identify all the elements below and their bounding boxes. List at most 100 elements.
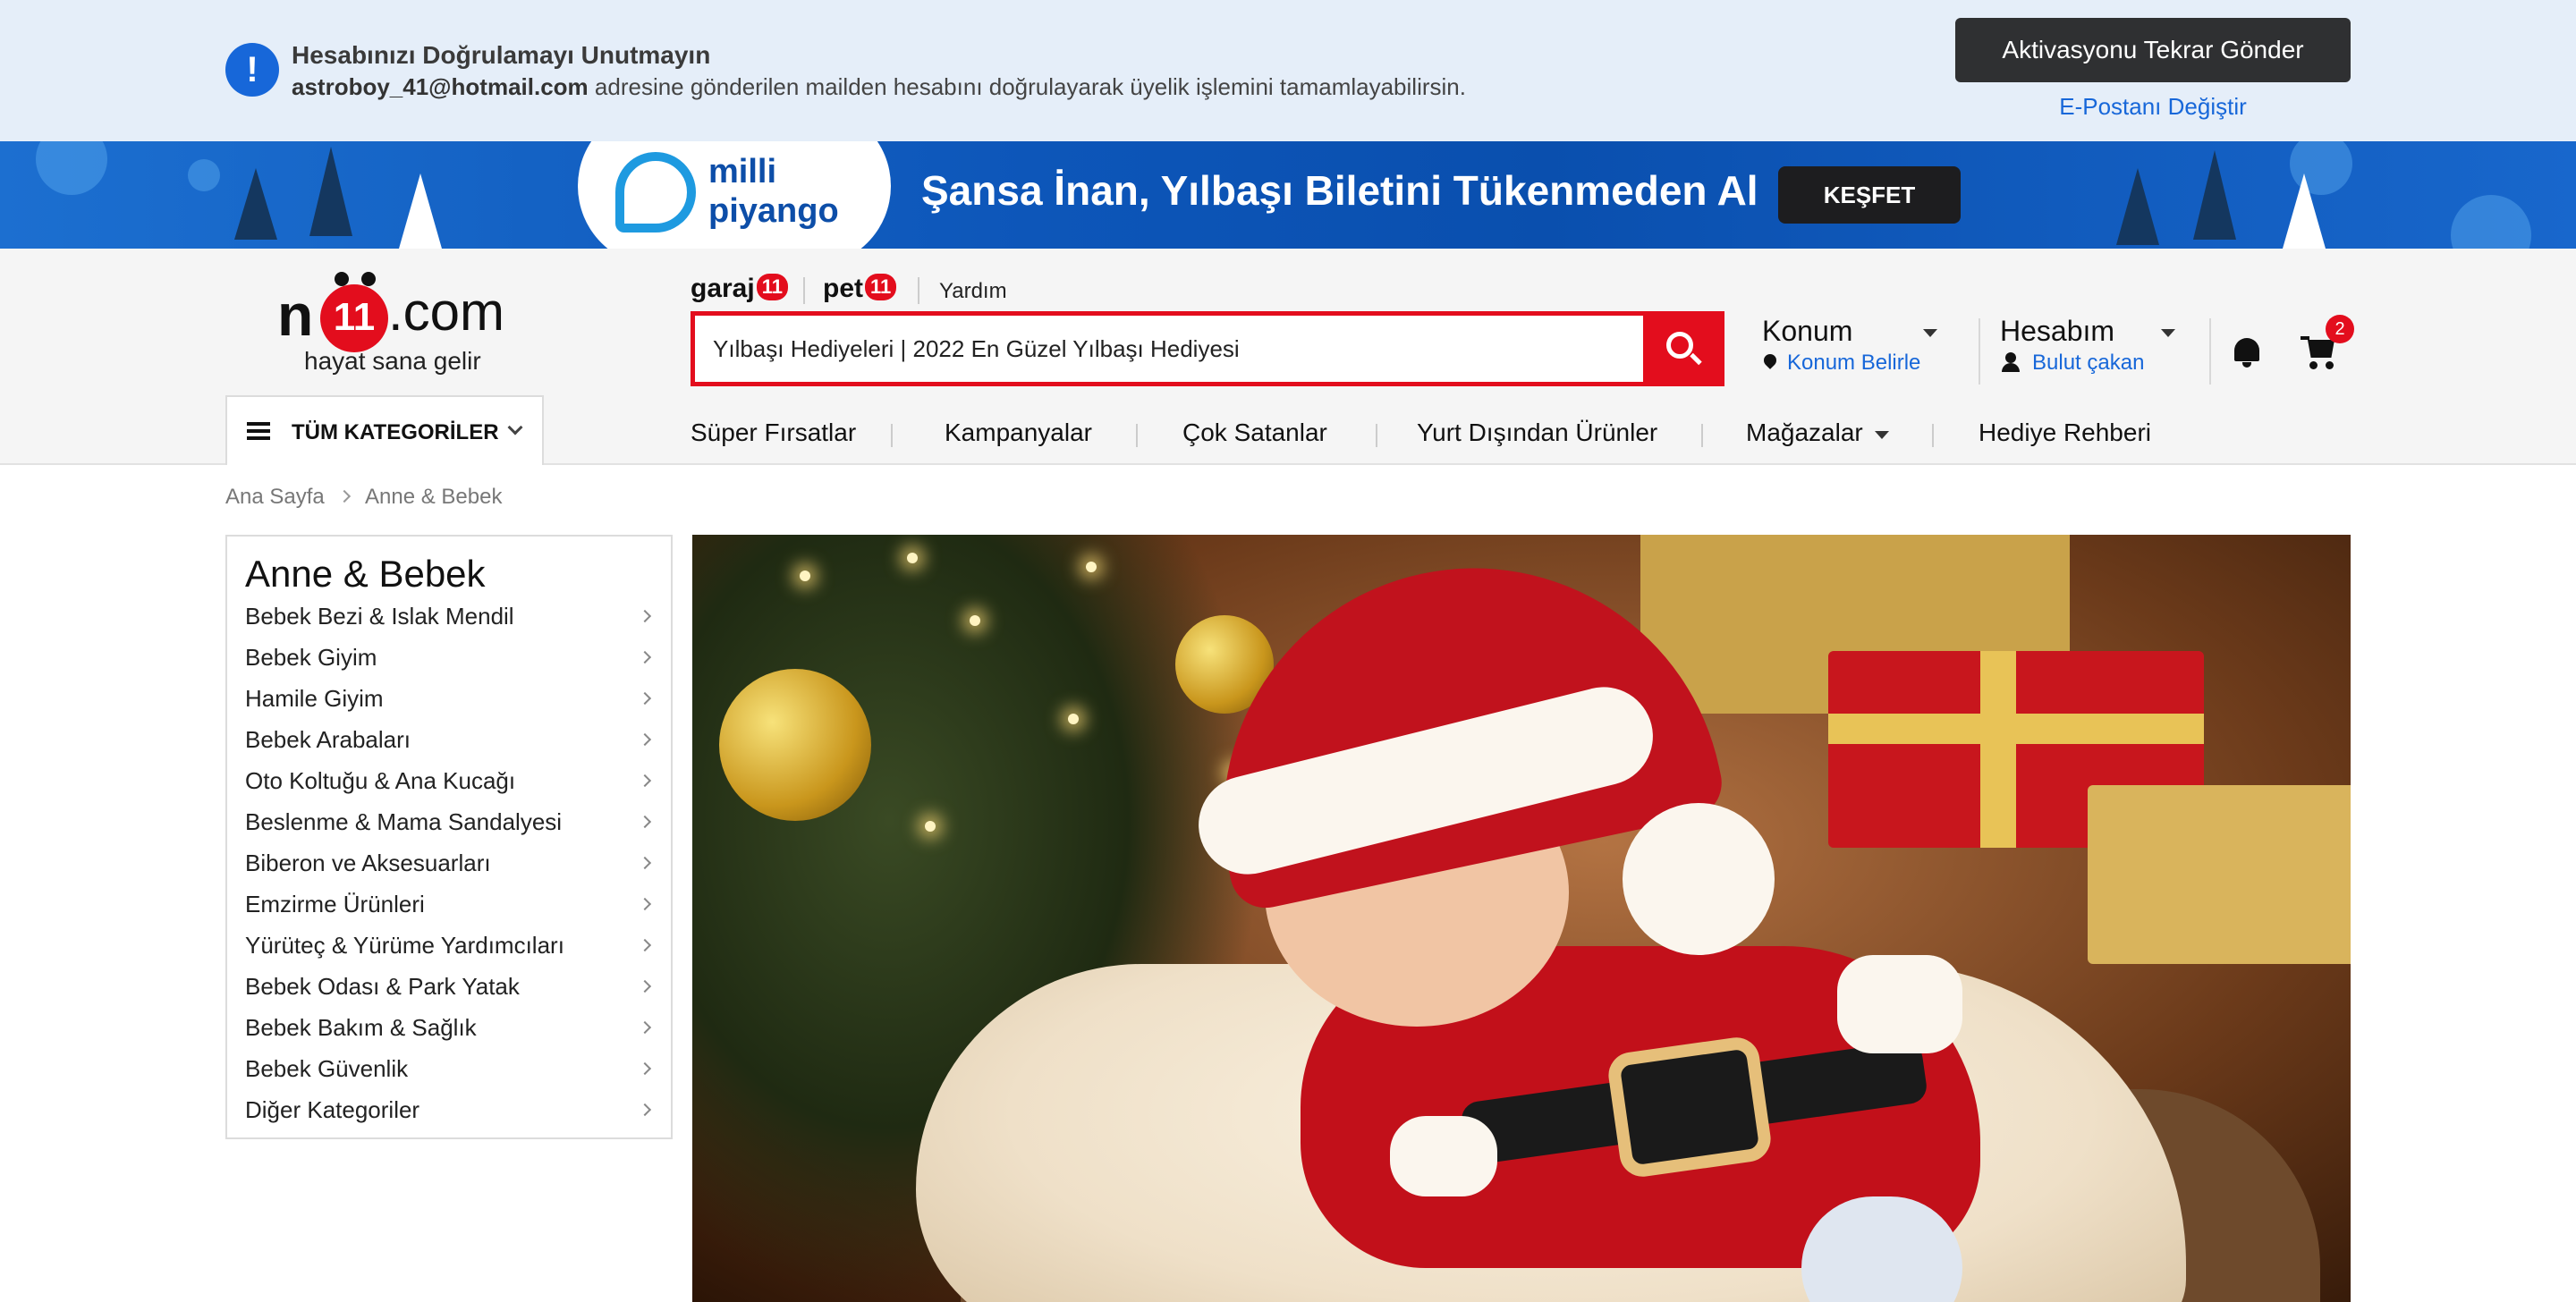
sidebar-item-maternity[interactable]: Hamile Giyim bbox=[227, 678, 671, 719]
cart-basket bbox=[2308, 340, 2334, 358]
chevron-right-icon bbox=[638, 897, 652, 911]
sidebar-item-label: Beslenme & Mama Sandalyesi bbox=[245, 808, 563, 835]
divider bbox=[1701, 424, 1703, 447]
sidebar-item-nursery[interactable]: Bebek Odası & Park Yatak bbox=[227, 966, 671, 1007]
chevron-right-icon bbox=[638, 1020, 652, 1035]
tree-icon bbox=[2193, 150, 2236, 240]
sidebar-item-bottles[interactable]: Biberon ve Aksesuarları bbox=[227, 842, 671, 884]
tree-icon bbox=[2116, 168, 2159, 245]
exclamation-icon: ! bbox=[225, 43, 279, 97]
help-link[interactable]: Yardım bbox=[939, 279, 1007, 304]
sleeve-cuff-illustration bbox=[1837, 955, 1962, 1053]
pet-text: pet bbox=[823, 274, 863, 303]
tree-icon bbox=[399, 173, 442, 249]
gift-ribbon bbox=[1828, 714, 2204, 744]
hero-banner-image[interactable] bbox=[692, 535, 2351, 1302]
hat-pompom-illustration bbox=[1623, 803, 1775, 955]
category-sidebar: Anne & Bebek Bebek Bezi & Islak Mendil B… bbox=[225, 535, 673, 1139]
notification-bell-icon[interactable] bbox=[2231, 334, 2263, 370]
change-email-link[interactable]: E-Postanı Değiştir bbox=[1955, 93, 2351, 121]
sidebar-item-feeding[interactable]: Beslenme & Mama Sandalyesi bbox=[227, 801, 671, 842]
fairy-light bbox=[800, 571, 810, 581]
chevron-right-icon bbox=[638, 979, 652, 993]
sidebar-item-walkers[interactable]: Yürüteç & Yürüme Yardımcıları bbox=[227, 925, 671, 966]
sidebar-item-other[interactable]: Diğer Kategoriler bbox=[227, 1089, 671, 1130]
belt-buckle-illustration bbox=[1606, 1034, 1774, 1180]
sidebar-item-baby-clothing[interactable]: Bebek Giyim bbox=[227, 637, 671, 678]
nav-international-products[interactable]: Yurt Dışından Ürünler bbox=[1417, 418, 1657, 447]
verify-description: astroboy_41@hotmail.com adresine gönderi… bbox=[292, 73, 1466, 101]
verify-email-address: astroboy_41@hotmail.com bbox=[292, 73, 589, 100]
account-menu[interactable]: Hesabım Bulut çakan bbox=[2000, 315, 2197, 386]
chevron-right-icon bbox=[638, 1061, 652, 1076]
search-input[interactable] bbox=[695, 316, 1648, 382]
gift-box-illustration bbox=[2088, 785, 2351, 964]
nav-campaigns[interactable]: Kampanyalar bbox=[945, 418, 1092, 447]
sidebar-item-label: Diğer Kategoriler bbox=[245, 1096, 420, 1123]
sidebar-item-car-seats[interactable]: Oto Koltuğu & Ana Kucağı bbox=[227, 760, 671, 801]
sidebar-item-baby-care[interactable]: Bebek Bakım & Sağlık bbox=[227, 1007, 671, 1048]
logo-dot bbox=[335, 272, 349, 286]
nav-super-deals[interactable]: Süper Fırsatlar bbox=[691, 418, 856, 447]
bell-body bbox=[2234, 338, 2259, 361]
divider bbox=[2209, 318, 2211, 385]
sidebar-item-diapers[interactable]: Bebek Bezi & Islak Mendil bbox=[227, 596, 671, 637]
logo-tagline: hayat sana gelir bbox=[304, 347, 481, 375]
sidebar-item-label: Bebek Giyim bbox=[245, 644, 377, 671]
chevron-down-icon bbox=[507, 419, 523, 435]
breadcrumb-current: Anne & Bebek bbox=[365, 485, 503, 509]
n11-logo[interactable]: n 11 .com bbox=[277, 265, 510, 354]
resend-activation-button[interactable]: Aktivasyonu Tekrar Gönder bbox=[1955, 18, 2351, 82]
bell-clapper bbox=[2242, 362, 2251, 368]
sidebar-item-strollers[interactable]: Bebek Arabaları bbox=[227, 719, 671, 760]
pet11-link[interactable]: pet 11 bbox=[823, 274, 897, 304]
search-box bbox=[691, 311, 1724, 386]
all-categories-button[interactable]: TÜM KATEGORİLER bbox=[225, 395, 544, 465]
logo-domain: .com bbox=[388, 282, 505, 342]
location-selector[interactable]: Konum Konum Belirle bbox=[1761, 315, 1941, 386]
location-title: Konum bbox=[1762, 315, 1853, 347]
nav-gift-guide[interactable]: Hediye Rehberi bbox=[1979, 418, 2151, 447]
breadcrumb-home[interactable]: Ana Sayfa bbox=[225, 485, 325, 510]
chevron-right-icon bbox=[638, 815, 652, 829]
verify-title: Hesabınızı Doğrulamayı Unutmayın bbox=[292, 41, 711, 69]
sidebar-item-baby-safety[interactable]: Bebek Güvenlik bbox=[227, 1048, 671, 1089]
site-header: n 11 .com hayat sana gelir garaj 11 pet 11… bbox=[0, 249, 2576, 465]
sidebar-item-label: Biberon ve Aksesuarları bbox=[245, 850, 491, 876]
user-icon bbox=[2005, 352, 2016, 363]
nav-best-sellers[interactable]: Çok Satanlar bbox=[1182, 418, 1327, 447]
garaj-text: garaj bbox=[691, 274, 755, 303]
cart-wheel bbox=[2326, 361, 2334, 369]
caret-down-icon bbox=[1875, 431, 1889, 439]
map-pin-icon bbox=[1761, 351, 1779, 369]
decor-bubble bbox=[36, 141, 107, 195]
sidebar-item-breastfeeding[interactable]: Emzirme Ürünleri bbox=[227, 884, 671, 925]
nav-stores[interactable]: Mağazalar bbox=[1746, 418, 1863, 447]
tree-icon bbox=[234, 168, 277, 240]
search-button[interactable] bbox=[1643, 316, 1720, 382]
pet-badge: 11 bbox=[865, 274, 897, 300]
logo-letter: n bbox=[277, 282, 313, 348]
gold-ornament-illustration bbox=[719, 669, 871, 821]
divider bbox=[1136, 424, 1138, 447]
chevron-right-icon bbox=[638, 609, 652, 623]
account-title: Hesabım bbox=[2000, 315, 2115, 347]
chevron-right-icon bbox=[638, 691, 652, 706]
gift-ribbon bbox=[1980, 651, 2016, 848]
sidebar-item-label: Hamile Giyim bbox=[245, 685, 384, 712]
cart-wheel bbox=[2309, 361, 2318, 369]
discover-button[interactable]: KEŞFET bbox=[1778, 166, 1961, 224]
sidebar-item-label: Yürüteç & Yürüme Yardımcıları bbox=[245, 932, 564, 959]
chevron-right-icon bbox=[337, 489, 352, 503]
divider bbox=[918, 277, 919, 304]
garaj11-link[interactable]: garaj 11 bbox=[691, 274, 788, 304]
divider bbox=[803, 277, 805, 304]
divider bbox=[891, 424, 893, 447]
logo-dot bbox=[361, 272, 376, 286]
location-set-link[interactable]: Konum Belirle bbox=[1787, 351, 1920, 376]
promo-banner[interactable]: milli piyango Şansa İnan, Yılbaşı Bileti… bbox=[0, 141, 2576, 249]
chevron-right-icon bbox=[638, 732, 652, 747]
chevron-right-icon bbox=[638, 1103, 652, 1117]
brand-line2: piyango bbox=[708, 192, 839, 230]
sidebar-item-label: Bebek Güvenlik bbox=[245, 1055, 409, 1082]
